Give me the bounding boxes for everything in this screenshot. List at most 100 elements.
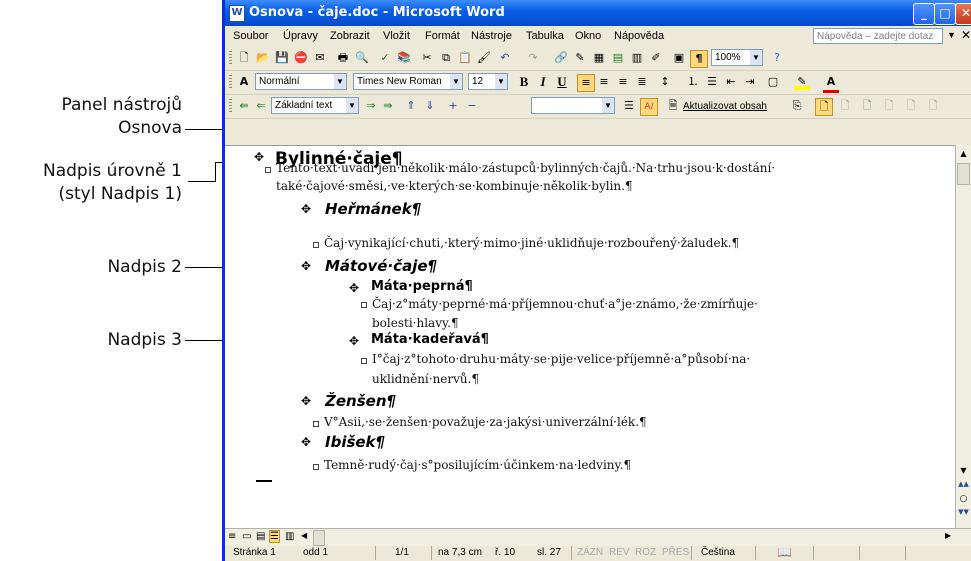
format-painter-icon[interactable]: 🖌 [476,50,492,66]
body-text-bullet[interactable] [313,464,319,470]
previous-page-icon[interactable]: ▲▲ [957,480,970,492]
highlight-icon[interactable]: ✎ [794,74,810,90]
select-browse-object-icon[interactable]: ○ [957,494,970,506]
create-subdocument-icon[interactable]: 🗋 [859,98,875,114]
scroll-left-icon[interactable]: ◀ [301,531,307,540]
body-text-mata-peprna-line1[interactable]: Čaj·z°máty·peprné·má·příjemnou·chuť·a°je… [372,297,758,311]
chevron-down-icon[interactable]: ▼ [495,74,507,89]
word-app-icon[interactable]: W [229,5,245,22]
line-spacing-icon[interactable]: ↕ [657,74,673,90]
justify-icon[interactable]: ≣ [634,74,650,90]
next-page-icon[interactable]: ▼▼ [957,508,970,520]
chevron-down-icon[interactable]: ▼ [602,98,614,113]
undo-icon[interactable]: ↶ [497,50,513,66]
chevron-down-icon[interactable]: ▼ [334,74,346,89]
go-to-toc-icon[interactable]: ⎘ [789,98,805,114]
chevron-down-icon[interactable]: ▼ [450,74,462,89]
scroll-up-icon[interactable]: ▲ [957,146,970,161]
chevron-down-icon[interactable]: ▼ [346,98,358,113]
increase-indent-icon[interactable]: ⇥ [742,74,758,90]
body-text-mata-kaderava-line1[interactable]: I°čaj·z°tohoto·druhu·máty·se·pije·velice… [372,352,750,366]
spelling-status-icon[interactable]: 📖 [777,545,792,559]
status-record-macro[interactable]: ZÁZN [577,547,603,558]
menu-zobrazit[interactable]: Zobrazit [330,30,370,42]
menu-format[interactable]: Formát [425,30,460,42]
outline-plus-icon[interactable]: ✥ [349,281,359,295]
minimize-button[interactable]: _ [913,3,935,25]
insert-subdocument-icon[interactable]: 🗋 [903,98,919,114]
scroll-down-icon[interactable]: ▼ [957,463,970,478]
status-language[interactable]: Čeština [701,547,735,558]
spelling-icon[interactable]: ✓ [377,50,393,66]
body-text-hermanek[interactable]: Čaj·vynikající·chuti,·který·mimo·jiné·uk… [324,236,739,250]
menu-nastroje[interactable]: Nástroje [471,30,512,42]
demote-icon[interactable]: ⇒ [363,98,379,114]
scroll-right-icon[interactable]: ▶ [945,531,951,540]
heading2-matove-caje[interactable]: Mátové·čaje¶ [325,257,437,275]
drawing-icon[interactable]: ✐ [648,50,664,66]
close-document-icon[interactable]: ✕ [961,28,971,42]
status-track-changes[interactable]: REV [609,547,630,558]
toolbar-grip[interactable] [229,75,232,89]
print-icon[interactable]: 🖶 [335,50,351,66]
web-layout-view-icon[interactable]: ▭ [242,531,251,542]
menu-soubor[interactable]: Soubor [233,30,268,42]
bullets-icon[interactable]: ☰ [704,74,720,90]
body-text-bullet[interactable] [361,358,367,364]
body-text-bullet[interactable] [265,167,271,173]
show-formatting-icon[interactable]: A/ [640,98,658,116]
font-size-select[interactable]: 12 ▼ [468,73,508,90]
heading2-zensen[interactable]: Ženšen¶ [325,392,396,410]
insert-excel-icon[interactable]: ▤ [610,50,626,66]
font-color-button[interactable]: A [823,74,839,93]
redo-icon[interactable]: ↷ [525,50,541,66]
research-icon[interactable]: 📚 [396,50,412,66]
move-up-icon[interactable]: ⇑ [403,98,419,114]
decrease-indent-icon[interactable]: ⇤ [723,74,739,90]
outline-plus-icon[interactable]: ✥ [254,150,264,164]
heading2-hermanek[interactable]: Heřmánek¶ [325,200,421,218]
promote-to-heading1-icon[interactable]: ⇚ [236,98,252,114]
hyperlink-icon[interactable]: 🔗 [553,50,569,66]
document-area[interactable]: ✥ Bylinné·čaje¶ Tento·text·uvádí·jen·něk… [225,145,955,529]
help-search-input[interactable]: Nápověda – zadejte dotaz [813,28,943,44]
remove-subdocument-icon[interactable]: 🗋 [881,98,897,114]
body-text-bullet[interactable] [361,302,367,308]
outline-plus-icon[interactable]: ✥ [301,259,311,273]
numbering-icon[interactable]: ⒈ [685,74,701,90]
merge-subdocument-icon[interactable]: 🗋 [925,98,941,114]
collapse-subdocuments-icon[interactable]: 🗋 [837,98,853,114]
align-left-icon[interactable]: ≡ [577,74,595,92]
horizontal-scrollbar[interactable]: ≡ ▭ ▤ ☰ ▥ ◀ ▶ [225,528,971,546]
outline-plus-icon[interactable]: ✥ [301,202,311,216]
toolbar-grip[interactable] [229,99,232,113]
borders-icon[interactable]: ▢ [765,74,781,90]
body-text-bullet[interactable] [313,242,319,248]
body-text-zensen[interactable]: V°Asii,·se·ženšen·považuje·za·jakýsi·uni… [324,415,647,429]
master-document-view-icon[interactable]: 🗋 [815,98,833,116]
promote-icon[interactable]: ⇐ [253,98,269,114]
document-map-icon[interactable]: ▣ [671,50,687,66]
scroll-thumb[interactable] [957,163,970,185]
menu-vlozit[interactable]: Vložit [383,30,410,42]
title-bar[interactable]: W Osnova - čaje.doc - Microsoft Word _ □… [225,0,971,26]
styles-icon[interactable]: A [236,74,252,90]
body-text-mata-kaderava-line2[interactable]: uklidnění·nervů.¶ [372,372,479,386]
zoom-select[interactable]: 100% ▼ [711,49,763,66]
email-icon[interactable]: ✉ [312,50,328,66]
demote-to-body-icon[interactable]: ⇛ [380,98,396,114]
chevron-down-icon[interactable]: ▼ [750,50,762,65]
outline-plus-icon[interactable]: ✥ [349,334,359,348]
horizontal-scroll-thumb[interactable] [313,530,325,546]
paste-icon[interactable]: 📋 [457,50,473,66]
menu-upravy[interactable]: Úpravy [283,30,318,42]
new-document-icon[interactable]: 🗋 [236,50,252,66]
show-hide-icon[interactable]: ¶ [690,50,708,68]
outline-view-icon[interactable]: ☰ [269,530,280,543]
move-down-icon[interactable]: ⇓ [422,98,438,114]
insert-table-icon[interactable]: ▦ [591,50,607,66]
help-icon[interactable]: ? [769,50,785,66]
vertical-scrollbar[interactable]: ▲ ▼ ▲▲ ○ ▼▼ [955,145,971,528]
help-dropdown-icon[interactable]: ▼ [947,30,956,40]
normal-view-icon[interactable]: ≡ [228,531,236,542]
